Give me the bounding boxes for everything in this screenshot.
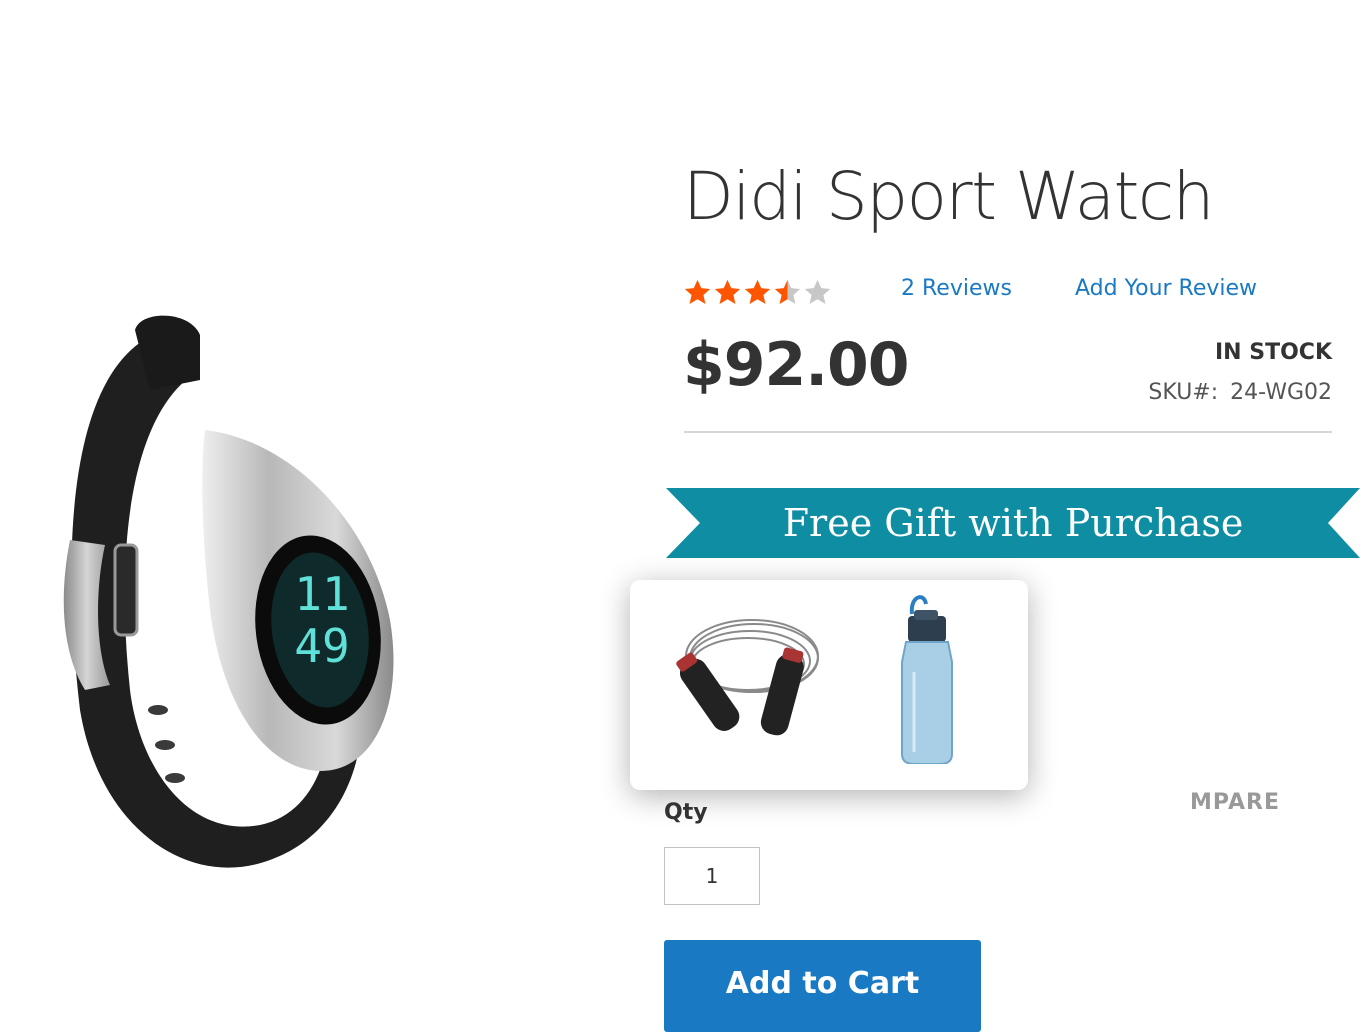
star-icon xyxy=(714,279,741,304)
product-title: Didi Sport Watch xyxy=(683,158,1215,235)
sport-watch-image: 11 49 xyxy=(63,315,394,868)
free-gift-banner-text: Free Gift with Purchase xyxy=(782,501,1244,545)
add-to-cart-button[interactable]: Add to Cart xyxy=(664,940,981,1032)
divider xyxy=(684,431,1332,433)
star-icon xyxy=(804,279,831,304)
watch-hours-text: 11 xyxy=(294,567,349,621)
qty-label: Qty xyxy=(664,800,708,825)
product-image[interactable]: 11 49 xyxy=(40,290,460,890)
qty-input[interactable] xyxy=(664,847,760,905)
water-bottle-icon xyxy=(892,592,962,764)
product-sku: SKU#: 24-WG02 xyxy=(1148,380,1332,405)
watch-minutes-text: 49 xyxy=(294,619,349,673)
add-to-compare-link[interactable]: MPARE xyxy=(1190,790,1280,815)
product-price: $92.00 xyxy=(683,330,910,400)
sku-value: 24-WG02 xyxy=(1230,380,1332,405)
sku-label: SKU#: xyxy=(1148,380,1219,405)
stock-status: IN STOCK xyxy=(1214,340,1332,365)
star-icon xyxy=(684,279,711,304)
add-review-link[interactable]: Add Your Review xyxy=(1075,276,1257,301)
reviews-link[interactable]: 2 Reviews xyxy=(901,276,1012,301)
star-icon xyxy=(744,279,771,304)
star-icon xyxy=(774,279,801,304)
rating-stars xyxy=(683,273,833,311)
jump-rope-icon xyxy=(668,606,828,746)
free-gift-card[interactable] xyxy=(630,580,1028,790)
free-gift-banner: Free Gift with Purchase xyxy=(666,488,1360,558)
